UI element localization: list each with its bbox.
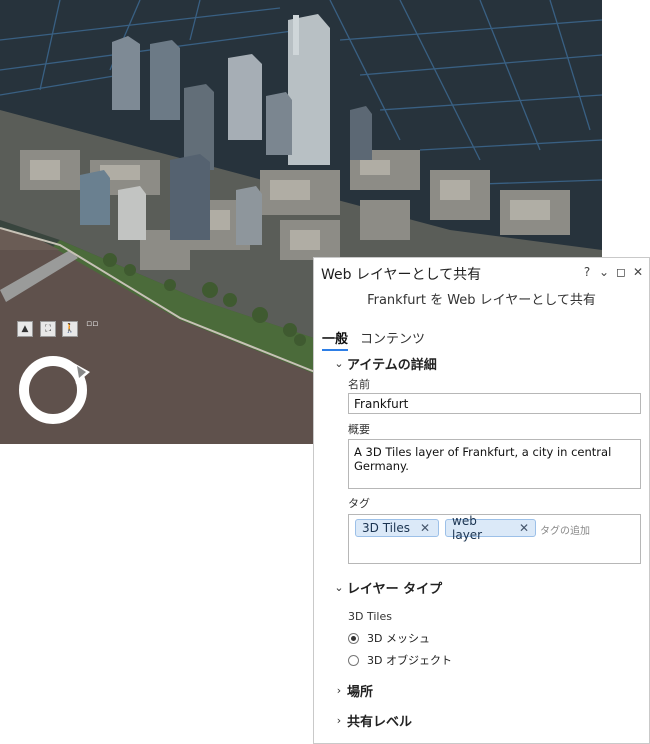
chevron-right-icon: › — [336, 714, 342, 727]
name-label: 名前 — [348, 378, 370, 391]
add-tag-placeholder[interactable]: タグの追加 — [540, 522, 590, 537]
chevron-right-icon: › — [336, 684, 342, 697]
radio-label: 3D オブジェクト — [367, 654, 452, 667]
radio-selected-icon — [348, 632, 359, 644]
close-icon[interactable]: ✕ — [633, 265, 643, 279]
chevron-down-icon: ⌄ — [334, 581, 344, 594]
summary-field[interactable]: A 3D Tiles layer of Frankfurt, a city in… — [348, 439, 641, 489]
walk-mode-icon[interactable]: 🚶 — [62, 321, 78, 337]
item-details-label: アイテムの詳細 — [347, 358, 437, 373]
help-icon[interactable]: ? — [582, 265, 592, 279]
pane-title: Web レイヤーとして共有 — [321, 267, 482, 283]
nav-up-icon[interactable]: ▲ — [17, 321, 33, 337]
maximize-icon[interactable]: ◻ — [616, 265, 626, 279]
tag-chip: 3D Tiles ✕ — [355, 519, 439, 537]
chevron-down-icon: ⌄ — [334, 357, 344, 370]
tab-content[interactable]: コンテンツ — [360, 328, 425, 347]
layer-type-group-label: 3D Tiles — [348, 610, 392, 623]
tags-label: タグ — [348, 497, 370, 510]
share-web-layer-pane: Web レイヤーとして共有 ? ⌄ ◻ ✕ Frankfurt を Web レイ… — [313, 257, 650, 744]
pane-controls: ? ⌄ ◻ ✕ — [582, 265, 643, 279]
navigator-compass-icon[interactable] — [14, 352, 94, 432]
tag-chip: web layer ✕ — [445, 514, 536, 542]
sharing-level-label: 共有レベル — [347, 715, 413, 730]
layer-type-header[interactable]: ⌄ レイヤー タイプ — [334, 578, 442, 597]
location-header[interactable]: › 場所 — [334, 681, 373, 700]
summary-label: 概要 — [348, 423, 370, 436]
radio-3d-mesh[interactable]: 3D メッシュ — [348, 630, 430, 646]
name-field[interactable]: Frankfurt — [348, 393, 641, 414]
radio-label: 3D メッシュ — [367, 632, 430, 645]
pane-subtitle: Frankfurt を Web レイヤーとして共有 — [367, 293, 596, 308]
full-extent-icon[interactable]: ⛶ — [40, 321, 56, 337]
item-details-header[interactable]: ⌄ アイテムの詳細 — [334, 354, 437, 373]
layer-type-label: レイヤー タイプ — [347, 582, 443, 597]
tab-general[interactable]: 一般 — [322, 328, 349, 351]
radio-3d-object[interactable]: 3D オブジェクト — [348, 652, 452, 668]
pane-menu-icon[interactable]: ⌄ — [599, 265, 609, 279]
remove-tag-icon[interactable]: ✕ — [519, 521, 529, 535]
location-label: 場所 — [347, 685, 374, 700]
remove-tag-icon[interactable]: ✕ — [420, 521, 430, 535]
tag-chip-label: web layer — [452, 514, 483, 542]
radio-unselected-icon — [348, 654, 359, 666]
tag-chip-label: 3D Tiles — [362, 521, 410, 535]
sharing-level-header[interactable]: › 共有レベル — [334, 711, 412, 730]
overview-icon[interactable]: ▫▫ — [86, 319, 98, 329]
